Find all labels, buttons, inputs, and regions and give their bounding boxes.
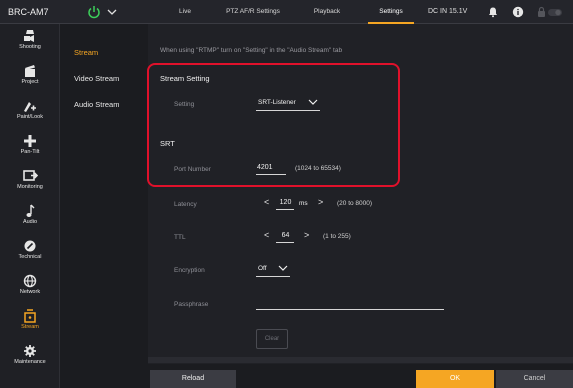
rail-item-label: Paint/Look	[17, 114, 43, 120]
highlight-box	[147, 63, 400, 187]
ttl-label: TTL	[174, 234, 186, 241]
rail-item-label: Stream	[21, 324, 39, 330]
latency-input[interactable]: 120	[276, 196, 294, 210]
power-icon[interactable]	[86, 4, 102, 20]
rtmp-notice: When using "RTMP" turn on "Setting" in t…	[160, 47, 343, 54]
globe-icon	[23, 274, 37, 288]
chevron-down-icon	[278, 265, 288, 271]
rail-item-label: Monitoring	[17, 184, 43, 190]
rail-item-label: Network	[19, 289, 41, 295]
lock-toggle-icon[interactable]	[537, 6, 563, 18]
clapper-icon	[25, 65, 35, 77]
rail-item-monitoring[interactable]: Monitoring	[0, 166, 60, 200]
action-bar: Reload OK Cancel	[148, 366, 573, 388]
latency-unit: ms	[299, 200, 308, 207]
bell-icon[interactable]	[487, 6, 499, 18]
rail-item-label: Shooting	[19, 44, 41, 50]
encryption-label: Encryption	[174, 267, 205, 274]
latency-label: Latency	[174, 201, 197, 208]
rail-item-technical[interactable]: Technical	[0, 236, 60, 270]
info-icon[interactable]	[512, 6, 524, 18]
tab-ptz-afr-settings[interactable]: PTZ AF/R Settings	[218, 0, 288, 24]
monitor-icon	[23, 170, 38, 181]
ok-button[interactable]: OK	[416, 370, 494, 388]
ttl-increase-button[interactable]: >	[304, 230, 309, 240]
chevron-down-icon[interactable]	[106, 6, 118, 18]
top-bar: BRC-AM7 Live PTZ AF/R Settings Playback …	[0, 0, 573, 24]
encryption-select[interactable]: Off	[256, 261, 290, 277]
note-icon	[26, 204, 35, 217]
ttl-range: (1 to 255)	[323, 233, 351, 240]
category-rail: Shooting Project Paint/Look Pan-Tilt Mon…	[0, 24, 60, 388]
rail-item-project[interactable]: Project	[0, 61, 60, 95]
sub-item-video-stream[interactable]: Video Stream	[74, 74, 119, 83]
reload-button[interactable]: Reload	[150, 370, 236, 388]
rail-item-label: Audio	[22, 219, 38, 225]
camera-icon	[24, 30, 34, 42]
wrench-icon	[24, 240, 36, 252]
rail-item-label: Pan-Tilt	[20, 149, 40, 155]
rail-item-audio[interactable]: Audio	[0, 201, 60, 235]
latency-decrease-button[interactable]: <	[264, 197, 269, 207]
rail-item-label: Maintenance	[14, 359, 46, 365]
rail-item-maintenance[interactable]: Maintenance	[0, 341, 60, 375]
dc-in-status: DC IN 15.1V	[428, 8, 468, 15]
tab-live[interactable]: Live	[160, 0, 210, 24]
rail-item-label: Project	[21, 79, 39, 85]
latency-increase-button[interactable]: >	[318, 197, 323, 207]
rail-item-stream[interactable]: Stream	[0, 306, 60, 340]
rail-item-shooting[interactable]: Shooting	[0, 26, 60, 60]
gear-icon	[24, 345, 36, 357]
sub-menu: Stream Video Stream Audio Stream	[60, 24, 148, 388]
model-name: BRC-AM7	[8, 7, 49, 17]
rail-item-pan-tilt[interactable]: Pan-Tilt	[0, 131, 60, 165]
tab-playback[interactable]: Playback	[298, 0, 356, 24]
passphrase-label: Passphrase	[174, 301, 209, 308]
sub-item-audio-stream[interactable]: Audio Stream	[74, 100, 119, 109]
cancel-button[interactable]: Cancel	[496, 370, 573, 388]
clear-button[interactable]: Clear	[256, 329, 288, 349]
cross-icon	[24, 135, 36, 147]
sub-item-stream[interactable]: Stream	[74, 48, 98, 57]
rail-item-paint-look[interactable]: Paint/Look	[0, 96, 60, 130]
encryption-select-value: Off	[258, 265, 267, 272]
ttl-decrease-button[interactable]: <	[264, 230, 269, 240]
horizontal-scrollbar[interactable]	[148, 357, 573, 363]
tab-settings[interactable]: Settings	[364, 0, 418, 24]
stream-icon	[24, 309, 36, 323]
passphrase-input[interactable]	[256, 296, 444, 310]
ttl-input[interactable]: 64	[276, 229, 294, 243]
rail-item-label: Technical	[18, 254, 42, 260]
latency-range: (20 to 8000)	[337, 200, 373, 207]
paint-icon	[24, 102, 36, 112]
rail-item-network[interactable]: Network	[0, 271, 60, 305]
